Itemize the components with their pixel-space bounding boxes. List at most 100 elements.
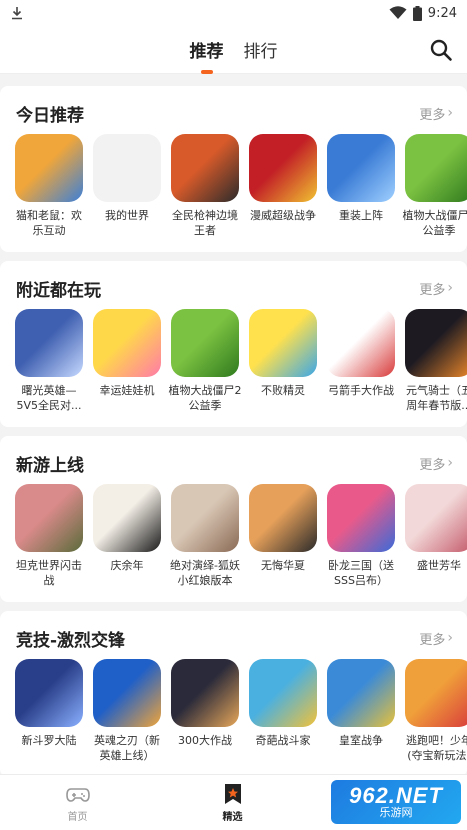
game-item[interactable]: 幸运娃娃机: [92, 309, 162, 417]
gamepad-icon: [65, 787, 90, 802]
game-item[interactable]: 猫和老鼠：欢乐互动: [14, 134, 84, 242]
game-name: 皇室战争: [339, 734, 383, 747]
game-item[interactable]: 重装上阵: [326, 134, 396, 242]
game-icon: [327, 309, 395, 377]
game-icon: [171, 134, 239, 202]
section-title: 今日推荐: [16, 105, 84, 126]
status-time: 9:24: [427, 5, 457, 21]
game-item[interactable]: 漫威超级战争: [248, 134, 318, 242]
game-icon: [327, 659, 395, 727]
more-link[interactable]: 更多 ›: [419, 454, 453, 473]
game-icon: [15, 659, 83, 727]
game-name: 植物大战僵尸2公益季: [402, 209, 467, 237]
game-icon: [405, 134, 467, 202]
game-name: 重装上阵: [339, 209, 383, 222]
game-name: 绝对演绎-狐妖小红娘版本: [170, 559, 240, 587]
more-link[interactable]: 更多 ›: [419, 629, 453, 648]
game-name: 曙光英雄—5V5全民对...: [16, 384, 82, 412]
game-icon: [249, 134, 317, 202]
game-item[interactable]: 绝对演绎-狐妖小红娘版本: [170, 484, 240, 592]
top-nav: 推荐 排行: [0, 26, 467, 74]
game-item[interactable]: 庆余年: [92, 484, 162, 592]
game-item[interactable]: 新斗罗大陆: [14, 659, 84, 767]
chevron-right-icon: ›: [447, 280, 453, 296]
nav-home-label: 首页: [67, 811, 88, 823]
game-item[interactable]: 我的世界: [92, 134, 162, 242]
game-name: 植物大战僵尸2公益季: [168, 384, 242, 412]
section-today: 今日推荐 更多 › 猫和老鼠：欢乐互动 我的世界 全民枪神边境王者 漫威超级战争 重装上阵…: [0, 86, 467, 252]
game-icon: [327, 484, 395, 552]
game-name: 猫和老鼠：欢乐互动: [16, 209, 82, 237]
game-item[interactable]: 盛世芳华: [404, 484, 467, 592]
game-icon: [93, 134, 161, 202]
game-item[interactable]: 奇葩战斗家: [248, 659, 318, 767]
chevron-right-icon: ›: [447, 455, 453, 471]
game-icon: [15, 309, 83, 377]
watermark-text: 962.NET: [349, 782, 443, 808]
game-name: 卧龙三国（送SSS吕布）: [328, 559, 394, 587]
game-icon: [93, 484, 161, 552]
status-bar: 9:24: [0, 0, 467, 26]
game-item[interactable]: 曙光英雄—5V5全民对...: [14, 309, 84, 417]
game-name: 坦克世界闪击战: [16, 559, 82, 587]
game-item[interactable]: 植物大战僵尸2公益季: [168, 309, 242, 417]
download-icon: [12, 7, 22, 20]
game-icon: [171, 484, 239, 552]
game-item[interactable]: 植物大战僵尸2公益季: [402, 134, 467, 242]
chevron-right-icon: ›: [447, 105, 453, 121]
game-name: 不败精灵: [261, 384, 305, 397]
game-name: 幸运娃娃机: [99, 384, 155, 397]
game-name: 弓箭手大作战: [328, 384, 394, 397]
game-item[interactable]: 英魂之刃（新英雄上线）: [92, 659, 162, 767]
game-item[interactable]: 坦克世界闪击战: [14, 484, 84, 592]
game-name: 元气骑士（五周年春节版...: [406, 384, 467, 412]
nav-featured[interactable]: 精选: [155, 783, 310, 823]
game-name: 新斗罗大陆: [21, 734, 77, 747]
game-item[interactable]: 无悔华夏: [248, 484, 318, 592]
nav-featured-label: 精选: [222, 811, 243, 823]
section-title: 新游上线: [16, 455, 84, 476]
nav-home[interactable]: 首页: [0, 783, 155, 823]
search-icon[interactable]: [429, 38, 453, 62]
chevron-right-icon: ›: [447, 630, 453, 646]
battery-icon: [412, 5, 422, 21]
game-icon: [93, 309, 161, 377]
game-name: 全民枪神边境王者: [172, 209, 238, 237]
game-item[interactable]: 逃跑吧！少年(夺宝新玩法): [404, 659, 467, 767]
watermark-subtext: 乐游网: [379, 806, 413, 819]
game-name: 无悔华夏: [261, 559, 305, 572]
game-item[interactable]: 弓箭手大作战: [326, 309, 396, 417]
wifi-icon: [389, 6, 407, 19]
more-link[interactable]: 更多 ›: [419, 104, 453, 123]
game-item[interactable]: 皇室战争: [326, 659, 396, 767]
game-icon: [327, 134, 395, 202]
game-item[interactable]: 300大作战: [170, 659, 240, 767]
game-icon: [405, 659, 467, 727]
tab-ranking[interactable]: 排行: [242, 37, 280, 62]
game-name: 300大作战: [178, 734, 232, 747]
game-icon: [171, 659, 239, 727]
game-item[interactable]: 不败精灵: [248, 309, 318, 417]
game-name: 我的世界: [105, 209, 149, 222]
section-nearby: 附近都在玩 更多 › 曙光英雄—5V5全民对... 幸运娃娃机 植物大战僵尸2公益季 不…: [0, 261, 467, 427]
game-icon: [15, 134, 83, 202]
game-list: 猫和老鼠：欢乐互动 我的世界 全民枪神边境王者漫威超级战争 重装上阵 植物大战僵尸2公益…: [14, 134, 467, 242]
watermark-logo: 962.NET 乐游网: [331, 780, 461, 824]
section-title: 竞技-激烈交锋: [16, 630, 126, 651]
game-item[interactable]: 全民枪神边境王者: [170, 134, 240, 242]
more-link[interactable]: 更多 ›: [419, 279, 453, 298]
game-name: 奇葩战斗家: [255, 734, 311, 747]
tab-recommend[interactable]: 推荐: [188, 37, 226, 74]
game-list: 新斗罗大陆 英魂之刃（新英雄上线） 300大作战 奇葩战斗家 皇室战争 逃跑吧！少年(夺宝…: [14, 659, 467, 767]
game-name: 逃跑吧！少年(夺宝新玩法): [406, 734, 467, 762]
game-item[interactable]: 元气骑士（五周年春节版...: [404, 309, 467, 417]
game-icon: [405, 309, 467, 377]
game-item[interactable]: 卧龙三国（送SSS吕布）: [326, 484, 396, 592]
game-icon: [249, 484, 317, 552]
game-icon: [93, 659, 161, 727]
game-icon: [15, 484, 83, 552]
game-name: 庆余年: [110, 559, 144, 572]
game-icon: [405, 484, 467, 552]
star-bookmark-icon: [224, 783, 241, 804]
section-title: 附近都在玩: [16, 280, 101, 301]
